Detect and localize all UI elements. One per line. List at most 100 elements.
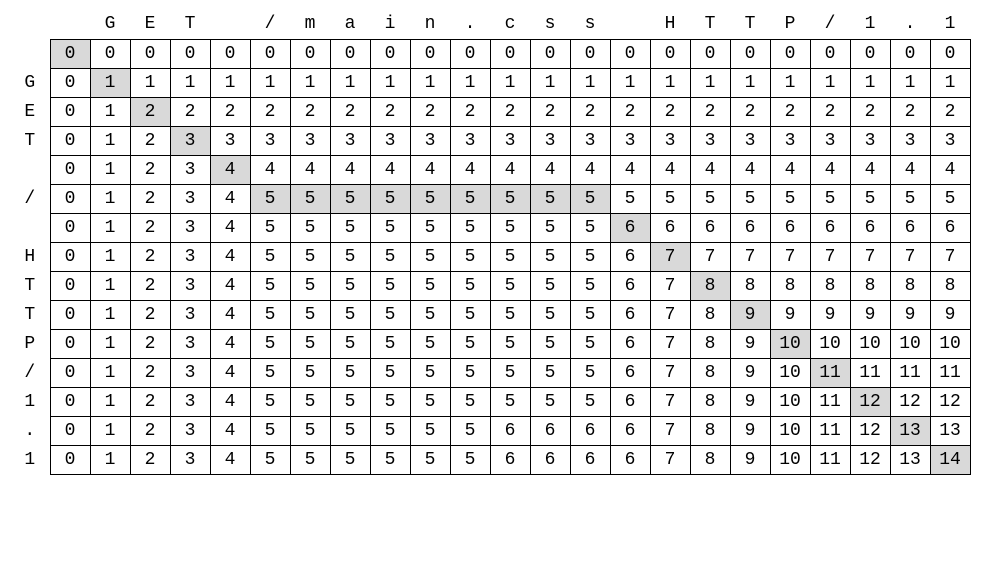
dp-cell: 14 [930, 445, 970, 474]
dp-cell: 0 [50, 155, 90, 184]
dp-cell: 13 [890, 445, 930, 474]
dp-cell: 1 [90, 416, 130, 445]
dp-cell: 5 [330, 387, 370, 416]
dp-cell: 5 [410, 242, 450, 271]
dp-cell: 5 [250, 271, 290, 300]
dp-cell: 2 [690, 97, 730, 126]
dp-cell: 2 [130, 97, 170, 126]
dp-cell: 9 [730, 445, 770, 474]
dp-cell: 4 [210, 242, 250, 271]
row-label: T [10, 271, 50, 300]
dp-cell: 5 [250, 445, 290, 474]
dp-cell: 3 [170, 242, 210, 271]
dp-cell: 5 [290, 300, 330, 329]
dp-cell: 4 [330, 155, 370, 184]
dp-cell: 1 [410, 68, 450, 97]
dp-cell: 1 [930, 68, 970, 97]
dp-cell: 5 [490, 329, 530, 358]
dp-cell: 1 [850, 68, 890, 97]
dp-cell: 3 [650, 126, 690, 155]
dp-cell: 2 [130, 416, 170, 445]
dp-cell: 8 [690, 271, 730, 300]
dp-cell: 2 [130, 358, 170, 387]
col-label: H [650, 10, 690, 39]
dp-cell: 1 [450, 68, 490, 97]
dp-cell: 0 [50, 213, 90, 242]
dp-cell: 5 [570, 184, 610, 213]
dp-cell: 5 [490, 358, 530, 387]
dp-cell: 6 [930, 213, 970, 242]
row-label: E [10, 97, 50, 126]
dp-cell: 4 [410, 155, 450, 184]
dp-cell: 5 [810, 184, 850, 213]
dp-cell: 9 [730, 387, 770, 416]
dp-cell: 6 [650, 213, 690, 242]
dp-cell: 0 [50, 358, 90, 387]
row-label: G [10, 68, 50, 97]
dp-cell: 8 [690, 387, 730, 416]
dp-cell: 8 [690, 416, 730, 445]
dp-cell: 1 [530, 68, 570, 97]
dp-cell: 5 [530, 213, 570, 242]
dp-cell: 5 [450, 387, 490, 416]
dp-cell: 7 [770, 242, 810, 271]
dp-cell: 2 [730, 97, 770, 126]
dp-cell: 3 [570, 126, 610, 155]
dp-cell: 11 [810, 387, 850, 416]
dp-cell: 9 [810, 300, 850, 329]
dp-cell: 1 [690, 68, 730, 97]
dp-cell: 11 [810, 358, 850, 387]
dp-cell: 9 [930, 300, 970, 329]
dp-cell: 5 [250, 213, 290, 242]
dp-cell: 3 [210, 126, 250, 155]
dp-cell: 7 [650, 387, 690, 416]
dp-cell: 7 [650, 329, 690, 358]
dp-cell: 1 [90, 97, 130, 126]
dp-cell: 4 [210, 271, 250, 300]
dp-cell: 0 [490, 39, 530, 68]
dp-cell: 0 [730, 39, 770, 68]
dp-cell: 7 [650, 300, 690, 329]
dp-cell: 5 [570, 300, 610, 329]
dp-cell: 0 [50, 39, 90, 68]
dp-cell: 5 [250, 416, 290, 445]
dp-cell: 5 [450, 416, 490, 445]
dp-cell: 7 [650, 416, 690, 445]
dp-cell: 4 [250, 155, 290, 184]
dp-cell: 5 [530, 358, 570, 387]
dp-cell: 0 [650, 39, 690, 68]
dp-cell: 4 [730, 155, 770, 184]
dp-cell: 5 [250, 387, 290, 416]
dp-cell: 2 [130, 184, 170, 213]
dp-cell: 6 [490, 445, 530, 474]
col-label: T [170, 10, 210, 39]
dp-cell: 0 [250, 39, 290, 68]
dp-cell: 5 [570, 329, 610, 358]
dp-cell: 8 [690, 358, 730, 387]
dp-cell: 2 [530, 97, 570, 126]
col-label: E [130, 10, 170, 39]
dp-cell: 4 [210, 387, 250, 416]
dp-cell: 5 [290, 271, 330, 300]
dp-cell: 5 [450, 242, 490, 271]
dp-cell: 1 [90, 155, 130, 184]
dp-cell: 5 [530, 184, 570, 213]
dp-cell: 1 [610, 68, 650, 97]
dp-cell: 4 [210, 155, 250, 184]
dp-cell: 5 [250, 300, 290, 329]
dp-cell: 8 [850, 271, 890, 300]
dp-cell: 4 [610, 155, 650, 184]
dp-cell: 3 [410, 126, 450, 155]
corner-cell [10, 10, 50, 39]
dp-cell: 2 [250, 97, 290, 126]
dp-cell: 5 [370, 416, 410, 445]
dp-cell: 5 [410, 329, 450, 358]
dp-cell: 2 [130, 155, 170, 184]
dp-cell: 3 [170, 416, 210, 445]
dp-cell: 0 [50, 329, 90, 358]
dp-cell: 11 [890, 358, 930, 387]
dp-cell: 5 [450, 445, 490, 474]
dp-cell: 6 [610, 387, 650, 416]
col-label: m [290, 10, 330, 39]
dp-cell: 2 [930, 97, 970, 126]
